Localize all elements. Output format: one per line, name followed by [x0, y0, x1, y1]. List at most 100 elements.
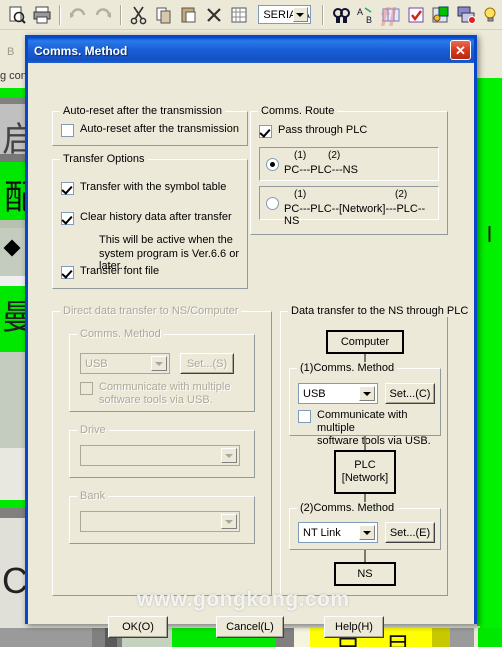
- auto-reset-checkbox-row[interactable]: Auto-reset after the transmission: [61, 123, 239, 137]
- paste-icon[interactable]: [178, 4, 200, 26]
- print-preview-icon[interactable]: [6, 4, 28, 26]
- ok-button[interactable]: OK(O): [108, 616, 168, 638]
- undo-icon[interactable]: [67, 4, 89, 26]
- bank-group-label: Bank: [77, 490, 109, 502]
- route-option-1[interactable]: (1) (2) PC---PLC---NS: [259, 147, 439, 181]
- route-option-2-marker-2: (2): [395, 189, 408, 200]
- watermark-logo: ﬂ: [380, 2, 396, 32]
- bg-green-right-wide: [477, 78, 502, 626]
- bg-glyph-l: l: [487, 222, 492, 247]
- drive-combo: [80, 445, 240, 466]
- transfer-symbol-table-row[interactable]: Transfer with the symbol table: [61, 181, 226, 195]
- cut-icon[interactable]: [128, 4, 150, 26]
- method2-combo[interactable]: NT Link: [298, 522, 378, 543]
- help-button[interactable]: Help(H): [324, 616, 384, 638]
- cancel-button[interactable]: Cancel(L): [216, 616, 284, 638]
- method2-combo-value: NT Link: [303, 526, 341, 539]
- pass-through-plc-label: Pass through PLC: [278, 124, 368, 136]
- direct-comms-method-value: USB: [85, 357, 108, 370]
- direct-comms-method-combo: USB: [80, 353, 170, 374]
- check-screen-icon[interactable]: [405, 4, 427, 26]
- direct-multi-tools-row: Communicate with multiple software tools…: [80, 381, 230, 407]
- chevron-down-icon: [151, 356, 167, 371]
- clear-history-checkbox[interactable]: [61, 212, 74, 225]
- through-plc-group: Data transfer to the NS through PLC Comp…: [280, 305, 472, 596]
- bg-glyph-mu: 目: [386, 633, 410, 647]
- node-plc-line1: PLC: [354, 459, 376, 471]
- toolbar-separator: [59, 4, 62, 25]
- bg-bottom-cream: [294, 628, 310, 647]
- transfer-options-group: Transfer Options Transfer with the symbo…: [52, 153, 248, 289]
- close-icon[interactable]: ✕: [450, 40, 471, 60]
- method1-combo-value: USB: [303, 387, 326, 400]
- pass-through-plc-row[interactable]: Pass through PLC: [259, 124, 367, 138]
- delete-icon[interactable]: [203, 4, 225, 26]
- transfer-font-label: Transfer font file: [80, 265, 160, 277]
- replace-icon[interactable]: A B: [355, 4, 377, 26]
- main-toolbar[interactable]: SERIALA A B: [0, 0, 502, 30]
- version-note-line1: This will be active when the: [99, 234, 233, 246]
- auto-reset-group-label: Auto-reset after the transmission: [60, 105, 225, 117]
- method1-multi-tools-row[interactable]: Communicate with multiple software tools…: [298, 409, 440, 448]
- screen-select-combo[interactable]: SERIALA: [258, 5, 311, 24]
- dialog-body: Auto-reset after the transmission Auto-r…: [28, 63, 474, 638]
- route-option-2-path: PC---PLC--[Network]---PLC--NS: [284, 203, 426, 227]
- route-option-1-radio[interactable]: [266, 158, 279, 171]
- lamp-icon[interactable]: [480, 4, 502, 26]
- toolbar-separator-3: [321, 4, 324, 25]
- clear-history-label: Clear history data after transfer: [80, 211, 232, 223]
- direct-multi-tools-checkbox: [80, 382, 93, 395]
- bank-combo: [80, 511, 240, 532]
- transfer-options-group-label: Transfer Options: [60, 153, 148, 165]
- grid-icon[interactable]: [228, 4, 250, 26]
- auto-reset-checkbox[interactable]: [61, 124, 74, 137]
- route-option-1-marker-2: (2): [328, 150, 341, 161]
- direct-multi-tools-label-line1: Communicate with multiple: [99, 381, 231, 393]
- dialog-titlebar[interactable]: Comms. Method ✕: [28, 38, 474, 63]
- transfer-symbol-table-label: Transfer with the symbol table: [80, 181, 227, 193]
- node-ns: NS: [334, 562, 396, 586]
- route-option-2[interactable]: (1) (2) PC---PLC--[Network]---PLC--NS: [259, 186, 439, 227]
- method2-group-label: (2)Comms. Method: [297, 502, 398, 514]
- validate-icon[interactable]: [430, 4, 452, 26]
- connector-method2-to-ns: [364, 550, 366, 562]
- method1-multi-tools-label-line2: software tools via USB.: [317, 435, 431, 447]
- method1-set-button[interactable]: Set...(C): [385, 383, 435, 404]
- toolbar-separator-2: [120, 4, 123, 25]
- redo-icon[interactable]: [92, 4, 114, 26]
- node-plc: PLC [Network]: [334, 450, 396, 494]
- chevron-down-icon[interactable]: [292, 7, 308, 22]
- bank-group: Bank: [69, 490, 255, 544]
- clear-history-row[interactable]: Clear history data after transfer: [61, 211, 232, 225]
- route-option-1-marker-1: (1): [294, 150, 307, 161]
- bg-label-b: B: [7, 46, 15, 58]
- drive-group: Drive: [69, 424, 255, 478]
- route-option-1-path: PC---PLC---NS: [284, 164, 358, 176]
- method2-set-button[interactable]: Set...(E): [385, 522, 435, 543]
- through-plc-group-label: Data transfer to the NS through PLC: [288, 305, 472, 317]
- bg-bottom-olive: [432, 628, 450, 647]
- route-option-2-radio[interactable]: [266, 197, 279, 210]
- method1-group: (1)Comms. Method USB Set...(C) Communica…: [289, 362, 441, 447]
- transfer-symbol-table-checkbox[interactable]: [61, 182, 74, 195]
- chevron-down-icon[interactable]: [359, 525, 375, 540]
- copy-icon[interactable]: [153, 4, 175, 26]
- transfer-icon[interactable]: [455, 4, 477, 26]
- auto-reset-checkbox-label: Auto-reset after the transmission: [80, 123, 239, 135]
- method1-combo[interactable]: USB: [298, 383, 378, 404]
- transfer-font-checkbox[interactable]: [61, 266, 74, 279]
- connector-method1-to-plc: [364, 436, 366, 450]
- pass-through-plc-checkbox[interactable]: [259, 125, 272, 138]
- transfer-font-row[interactable]: Transfer font file: [61, 265, 159, 279]
- bg-bottom-gray-d: [450, 628, 474, 647]
- method1-multi-tools-checkbox[interactable]: [298, 410, 311, 423]
- direct-transfer-group: Direct data transfer to NS/Computer Comm…: [52, 305, 272, 596]
- node-computer: Computer: [326, 330, 404, 354]
- chevron-down-icon[interactable]: [359, 386, 375, 401]
- print-icon[interactable]: [31, 4, 53, 26]
- node-plc-line2: [Network]: [341, 472, 389, 484]
- svg-text:A: A: [357, 7, 363, 17]
- find-icon[interactable]: [330, 4, 352, 26]
- auto-reset-group: Auto-reset after the transmission Auto-r…: [52, 105, 248, 146]
- direct-comms-method-label: Comms. Method: [77, 328, 164, 340]
